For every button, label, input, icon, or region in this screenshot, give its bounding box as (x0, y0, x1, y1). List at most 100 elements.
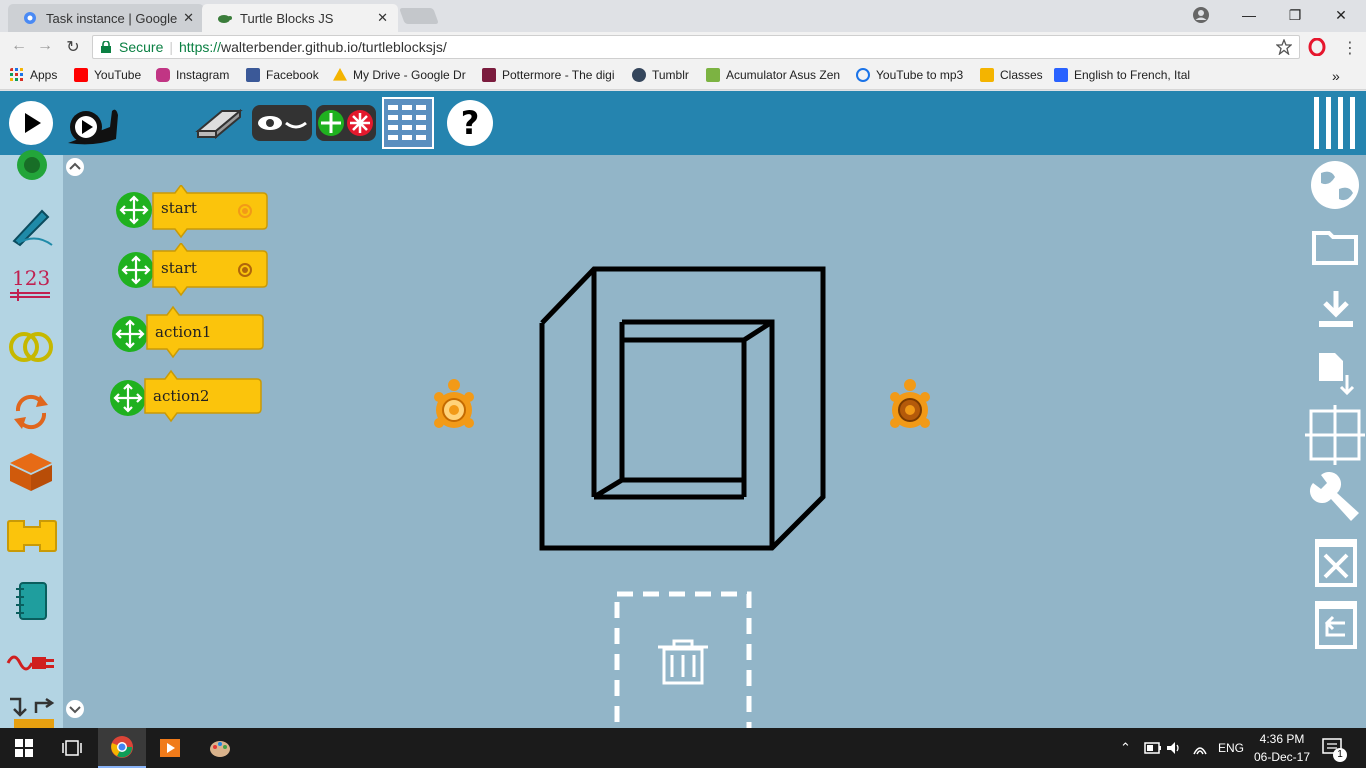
windows-logo-icon (15, 739, 33, 757)
boxes-palette-icon[interactable] (8, 451, 54, 493)
drive-icon (333, 68, 347, 81)
bookmark-classes[interactable]: Classes (980, 68, 1043, 82)
move-arrows-icon[interactable] (109, 379, 147, 417)
restore-trash-icon[interactable] (1313, 599, 1359, 649)
save-file-icon[interactable] (1315, 349, 1361, 397)
facebook-icon (246, 68, 260, 82)
clock-time[interactable]: 4:36 PM (1254, 732, 1310, 746)
volume-icon[interactable] (1166, 740, 1182, 756)
trash-can-icon (658, 639, 708, 685)
turtle-favicon-icon (218, 15, 232, 23)
collapse-expand-icon[interactable] (316, 101, 376, 145)
bookmark-tumblr[interactable]: Tumblr (632, 68, 689, 82)
opera-extension-icon[interactable] (1308, 38, 1326, 56)
flow-loop-palette-icon[interactable] (10, 391, 52, 433)
bookmark-label: My Drive - Google Dr (353, 68, 466, 82)
menu-kebab-icon[interactable]: ⋮ (1342, 38, 1358, 58)
minimize-button[interactable]: — (1226, 4, 1272, 26)
tab-close-icon[interactable]: ✕ (183, 10, 194, 26)
clock-date[interactable]: 06-Dec-17 (1252, 750, 1312, 764)
move-arrows-icon[interactable] (117, 251, 155, 289)
taskbar-paint[interactable] (196, 728, 244, 768)
back-arrow-icon[interactable]: ← (8, 37, 30, 55)
media-notebook-palette-icon[interactable] (14, 581, 50, 621)
lock-icon (101, 41, 111, 53)
hide-blocks-eye-icon[interactable] (252, 101, 312, 145)
bookmark-facebook[interactable]: Facebook (246, 68, 319, 82)
tab-turtle-blocks[interactable]: Turtle Blocks JS ✕ (202, 4, 398, 32)
turtle-palette-icon[interactable] (12, 149, 52, 185)
separator: | (169, 39, 173, 55)
bookmark-label: Tumblr (652, 68, 689, 82)
bookmark-youtube-mp3[interactable]: YouTube to mp3 (856, 68, 963, 82)
bookmark-label: YouTube to mp3 (876, 68, 964, 82)
tab-close-icon[interactable]: ✕ (377, 10, 388, 26)
move-arrows-icon[interactable] (111, 315, 149, 353)
bookmark-youtube[interactable]: YouTube (74, 68, 141, 82)
show-hidden-icons[interactable]: ⌃ (1120, 740, 1131, 756)
bookmark-drive[interactable]: My Drive - Google Dr (333, 68, 466, 82)
help-question-icon[interactable]: ? (446, 99, 494, 147)
taskbar-chrome[interactable] (98, 728, 146, 768)
bookmark-apps[interactable]: Apps (10, 68, 57, 82)
trash-drop-zone[interactable] (614, 591, 752, 728)
move-arrows-icon[interactable] (115, 191, 153, 229)
forward-arrow-icon[interactable]: → (34, 37, 56, 55)
boolean-palette-icon[interactable] (8, 327, 54, 367)
tab-task-instance[interactable]: Task instance | Google Co ✕ (8, 4, 204, 32)
grid-crosshair-icon[interactable] (1305, 405, 1365, 465)
block-palette: 123 (0, 150, 63, 728)
task-view-icon (62, 740, 82, 756)
bookmark-label: YouTube (94, 68, 142, 82)
task-view-button[interactable] (48, 728, 96, 768)
windows-taskbar: ⌃ ENG 4:36 PM 06-Dec-17 1 (0, 728, 1366, 768)
battery-icon[interactable] (1144, 742, 1162, 754)
more-bookmarks-button[interactable]: » (1332, 68, 1340, 84)
svg-text:123: 123 (12, 266, 50, 290)
slow-play-snail-icon[interactable] (66, 99, 122, 149)
clear-delete-icon[interactable] (1313, 537, 1359, 587)
new-tab-button[interactable] (399, 8, 439, 24)
block-grid-icon[interactable] (382, 97, 434, 149)
network-icon[interactable] (1192, 740, 1208, 756)
taskbar-media[interactable] (146, 728, 194, 768)
bookmark-label: Pottermore - The digi (502, 68, 615, 82)
bookmark-star-icon[interactable] (1276, 39, 1292, 55)
scroll-down-icon[interactable] (65, 699, 85, 719)
apps-grid-icon (10, 68, 23, 81)
turtle-icon[interactable] (887, 377, 933, 439)
extras-arrows-palette-icon[interactable] (6, 695, 58, 728)
scroll-up-icon[interactable] (65, 157, 85, 177)
address-bar[interactable]: Secure | https:// walterbender.github.io… (92, 35, 1300, 59)
bookmark-wordreference[interactable]: English to French, Ital (1054, 68, 1190, 82)
settings-wrench-icon[interactable] (1305, 469, 1365, 529)
action-palette-icon[interactable] (6, 517, 58, 555)
block-label: start (161, 199, 197, 217)
drawing-canvas[interactable]: start start action1 action2 (63, 155, 1366, 728)
turtle-icon[interactable] (431, 377, 477, 439)
chrome-icon (111, 736, 133, 758)
palette-menu-icon[interactable] (1312, 97, 1358, 149)
bookmark-pottermore[interactable]: Pottermore - The digi (482, 68, 615, 82)
instagram-icon (156, 68, 170, 82)
bookmark-instagram[interactable]: Instagram (156, 68, 229, 82)
pottermore-icon (482, 68, 496, 82)
start-button[interactable] (0, 728, 48, 768)
sensors-plug-palette-icon[interactable] (6, 649, 58, 677)
bookmark-acumulator[interactable]: Acumulator Asus Zen (706, 68, 840, 82)
eraser-icon[interactable] (194, 105, 244, 141)
folder-open-icon[interactable] (1311, 227, 1359, 267)
profile-icon[interactable] (1192, 6, 1210, 24)
close-window-button[interactable]: ✕ (1318, 4, 1364, 26)
restore-button[interactable]: ❐ (1272, 4, 1318, 26)
reload-icon[interactable]: ↻ (62, 37, 84, 57)
language-indicator[interactable]: ENG (1218, 741, 1244, 755)
play-button[interactable] (8, 100, 54, 146)
globe-icon[interactable] (1309, 159, 1361, 211)
tab-title: Turtle Blocks JS (240, 10, 334, 26)
download-save-icon[interactable] (1315, 289, 1357, 331)
pen-palette-icon[interactable] (8, 203, 56, 247)
media-player-icon (160, 739, 180, 757)
tab-title: Task instance | Google Co (46, 10, 178, 26)
number-palette-icon[interactable]: 123 (8, 265, 54, 305)
